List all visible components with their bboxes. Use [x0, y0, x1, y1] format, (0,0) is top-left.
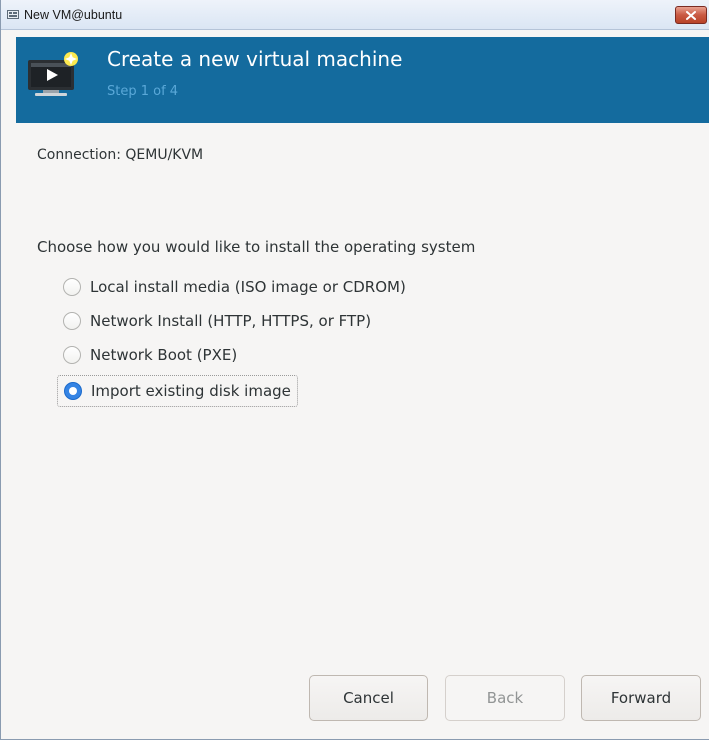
wizard-header: Create a new virtual machine Step 1 of 4 [16, 37, 709, 123]
radio-network-boot-pxe[interactable]: Network Boot (PXE) [57, 339, 243, 371]
radio-label: Network Boot (PXE) [90, 346, 238, 364]
install-method-prompt: Choose how you would like to install the… [37, 238, 476, 256]
radio-button[interactable] [63, 346, 81, 364]
back-button[interactable]: Back [445, 675, 565, 721]
radio-label: Import existing disk image [91, 382, 291, 400]
title-bar[interactable]: New VM@ubuntu [1, 0, 709, 30]
window-title: New VM@ubuntu [24, 8, 123, 22]
forward-button[interactable]: Forward [581, 675, 701, 721]
radio-label: Local install media (ISO image or CDROM) [90, 278, 406, 296]
window-close-button[interactable] [675, 6, 707, 24]
connection-label: Connection: QEMU/KVM [37, 147, 204, 163]
radio-import-disk-image[interactable]: Import existing disk image [57, 375, 298, 407]
cancel-button[interactable]: Cancel [309, 675, 428, 721]
radio-button[interactable] [63, 312, 81, 330]
virt-manager-app-icon [7, 10, 19, 19]
new-vm-dialog: New VM@ubuntu Create a new virtual machi… [0, 0, 709, 740]
radio-label: Network Install (HTTP, HTTPS, or FTP) [90, 312, 372, 330]
radio-local-install-media[interactable]: Local install media (ISO image or CDROM) [57, 271, 412, 303]
radio-button-selected[interactable] [64, 382, 82, 400]
close-icon [686, 10, 696, 20]
virtual-machine-new-icon [28, 52, 78, 96]
wizard-content: Connection: QEMU/KVM Choose how you woul… [16, 123, 709, 739]
radio-network-install[interactable]: Network Install (HTTP, HTTPS, or FTP) [57, 305, 377, 337]
wizard-title: Create a new virtual machine [107, 47, 403, 71]
wizard-step-indicator: Step 1 of 4 [107, 84, 179, 99]
radio-button[interactable] [63, 278, 81, 296]
